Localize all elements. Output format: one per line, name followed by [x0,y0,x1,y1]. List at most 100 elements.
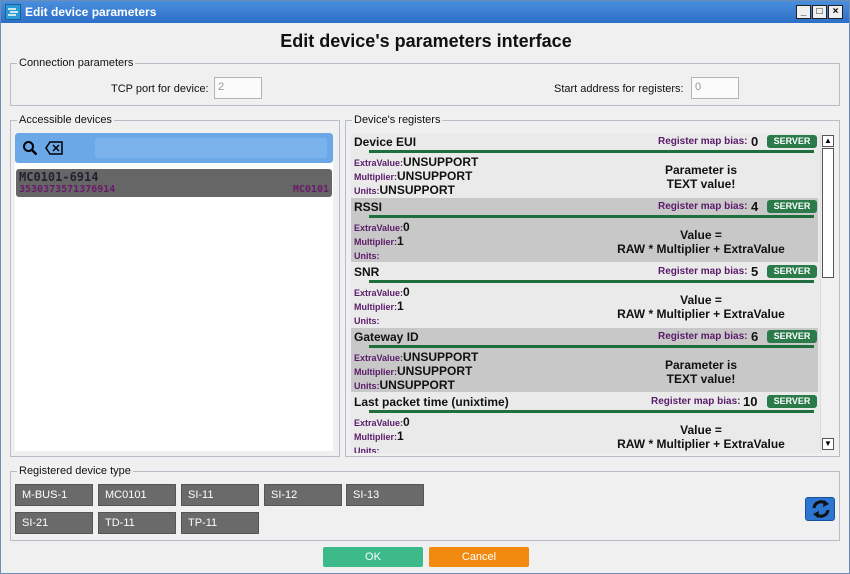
extra-value-field: ExtraValue:UNSUPPORT [354,350,478,364]
register-note: Value = RAW * Multiplier + ExtraValue [591,293,811,321]
refresh-button[interactable] [805,497,835,521]
device-type-button[interactable]: M-BUS-1 [15,484,93,506]
register-bias-label: Register map bias: [658,331,748,342]
registered-device-type-legend: Registered device type [17,465,133,477]
device-type-button[interactable]: SI-11 [181,484,259,506]
register-bias-label: Register map bias: [658,201,748,212]
extra-value-key: ExtraValue: [354,353,404,363]
device-type-button[interactable]: SI-12 [264,484,342,506]
search-icon[interactable] [22,140,38,159]
minimize-button[interactable]: _ [796,5,811,19]
register-note-line1: Parameter is [664,358,738,372]
device-name: MC0101-6914 [19,170,99,184]
register-name: Last packet time (unixtime) [354,395,509,409]
multiplier-key: Multiplier: [354,432,397,442]
register-row[interactable]: Device EUI Register map bias: 0 SERVER E… [351,133,818,197]
register-name: SNR [354,265,380,279]
register-note: Parameter is TEXT value! [591,163,811,191]
extra-value: UNSUPPORT [403,350,479,364]
page-title: Edit device's parameters interface [280,31,572,51]
register-name: Device EUI [354,135,417,149]
registers-list-panel: Device EUI Register map bias: 0 SERVER E… [351,133,820,453]
device-type-button[interactable]: MC0101 [98,484,176,506]
connection-parameters-group: Connection parameters TCP port for devic… [10,57,840,106]
extra-value-key: ExtraValue: [354,418,404,428]
device-model: MC0101 [292,184,329,195]
register-note-line1: Value = [680,228,722,242]
register-divider [369,215,814,218]
extra-value: UNSUPPORT [403,155,479,169]
multiplier-field: Multiplier:UNSUPPORT [354,364,472,378]
start-address-input[interactable]: 0 [691,77,739,99]
register-row[interactable]: RSSI Register map bias: 4 SERVER ExtraVa… [351,198,818,262]
register-name: Gateway ID [354,330,419,344]
multiplier-value: UNSUPPORT [397,169,473,183]
extra-value-key: ExtraValue: [354,158,404,168]
units-field: Units: [354,248,380,262]
maximize-button[interactable]: □ [812,5,827,19]
tcp-port-input[interactable]: 2 [214,77,262,99]
register-divider [369,410,814,413]
register-bias-label: Register map bias: [658,266,748,277]
extra-value-key: ExtraValue: [354,223,404,233]
scroll-thumb[interactable] [822,148,834,278]
window-title: Edit device parameters [25,5,157,19]
scroll-down-icon[interactable]: ▼ [822,438,834,450]
ok-button[interactable]: OK [323,547,423,567]
register-note-line2: RAW * Multiplier + ExtraValue [617,307,785,321]
refresh-icon [810,499,832,522]
units-key: Units: [354,186,380,196]
units-field: Units:UNSUPPORT [354,183,455,197]
register-row[interactable]: SNR Register map bias: 5 SERVER ExtraVal… [351,263,818,327]
multiplier-field: Multiplier:UNSUPPORT [354,169,472,183]
units-key: Units: [354,381,380,391]
units-field: Units: [354,443,380,453]
extra-value-field: ExtraValue:0 [354,220,410,234]
multiplier-value: 1 [397,234,404,248]
extra-value-key: ExtraValue: [354,288,404,298]
register-bias-label: Register map bias: [651,396,741,407]
server-button[interactable]: SERVER [767,395,817,408]
register-bias-label: Register map bias: [658,136,748,147]
device-list-item[interactable]: MC0101-6914 3530373571376914 MC0101 [16,169,332,197]
registers-scrollbar[interactable]: ▲ ▼ [820,133,834,453]
title-bar: Edit device parameters _ □ × [1,1,849,23]
register-row[interactable]: Gateway ID Register map bias: 6 SERVER E… [351,328,818,392]
multiplier-field: Multiplier:1 [354,299,404,313]
backspace-icon[interactable] [45,141,63,158]
register-note: Value = RAW * Multiplier + ExtraValue [591,423,811,451]
register-note-line1: Value = [680,423,722,437]
register-note: Parameter is TEXT value! [591,358,811,386]
register-note-line2: TEXT value! [666,177,736,191]
server-button[interactable]: SERVER [767,200,817,213]
register-bias-value: 4 [751,199,759,214]
cancel-button[interactable]: Cancel [429,547,529,567]
device-type-button[interactable]: SI-13 [346,484,424,506]
units-key: Units: [354,251,380,261]
extra-value-field: ExtraValue:UNSUPPORT [354,155,478,169]
extra-value: 0 [403,415,410,429]
tcp-port-label: TCP port for device: [111,83,209,95]
register-note-line2: RAW * Multiplier + ExtraValue [617,242,785,256]
start-address-label: Start address for registers: [554,83,684,95]
units-value: UNSUPPORT [379,378,455,392]
device-search-input[interactable] [95,138,327,158]
device-type-button[interactable]: SI-21 [15,512,93,534]
multiplier-value: 1 [397,429,404,443]
register-divider [369,150,814,153]
units-field: Units: [354,313,380,327]
server-button[interactable]: SERVER [767,135,817,148]
multiplier-field: Multiplier:1 [354,234,404,248]
extra-value-field: ExtraValue:0 [354,415,410,429]
devices-list-panel: MC0101-6914 3530373571376914 MC0101 [15,133,333,451]
scroll-up-icon[interactable]: ▲ [822,135,834,147]
register-row[interactable]: Last packet time (unixtime) Register map… [351,393,818,453]
device-registers-legend: Device's registers [352,114,443,126]
register-divider [369,280,814,283]
server-button[interactable]: SERVER [767,330,817,343]
close-button[interactable]: × [828,5,843,19]
device-type-button[interactable]: TP-11 [181,512,259,534]
device-type-button[interactable]: TD-11 [98,512,176,534]
connection-parameters-legend: Connection parameters [17,57,136,69]
server-button[interactable]: SERVER [767,265,817,278]
